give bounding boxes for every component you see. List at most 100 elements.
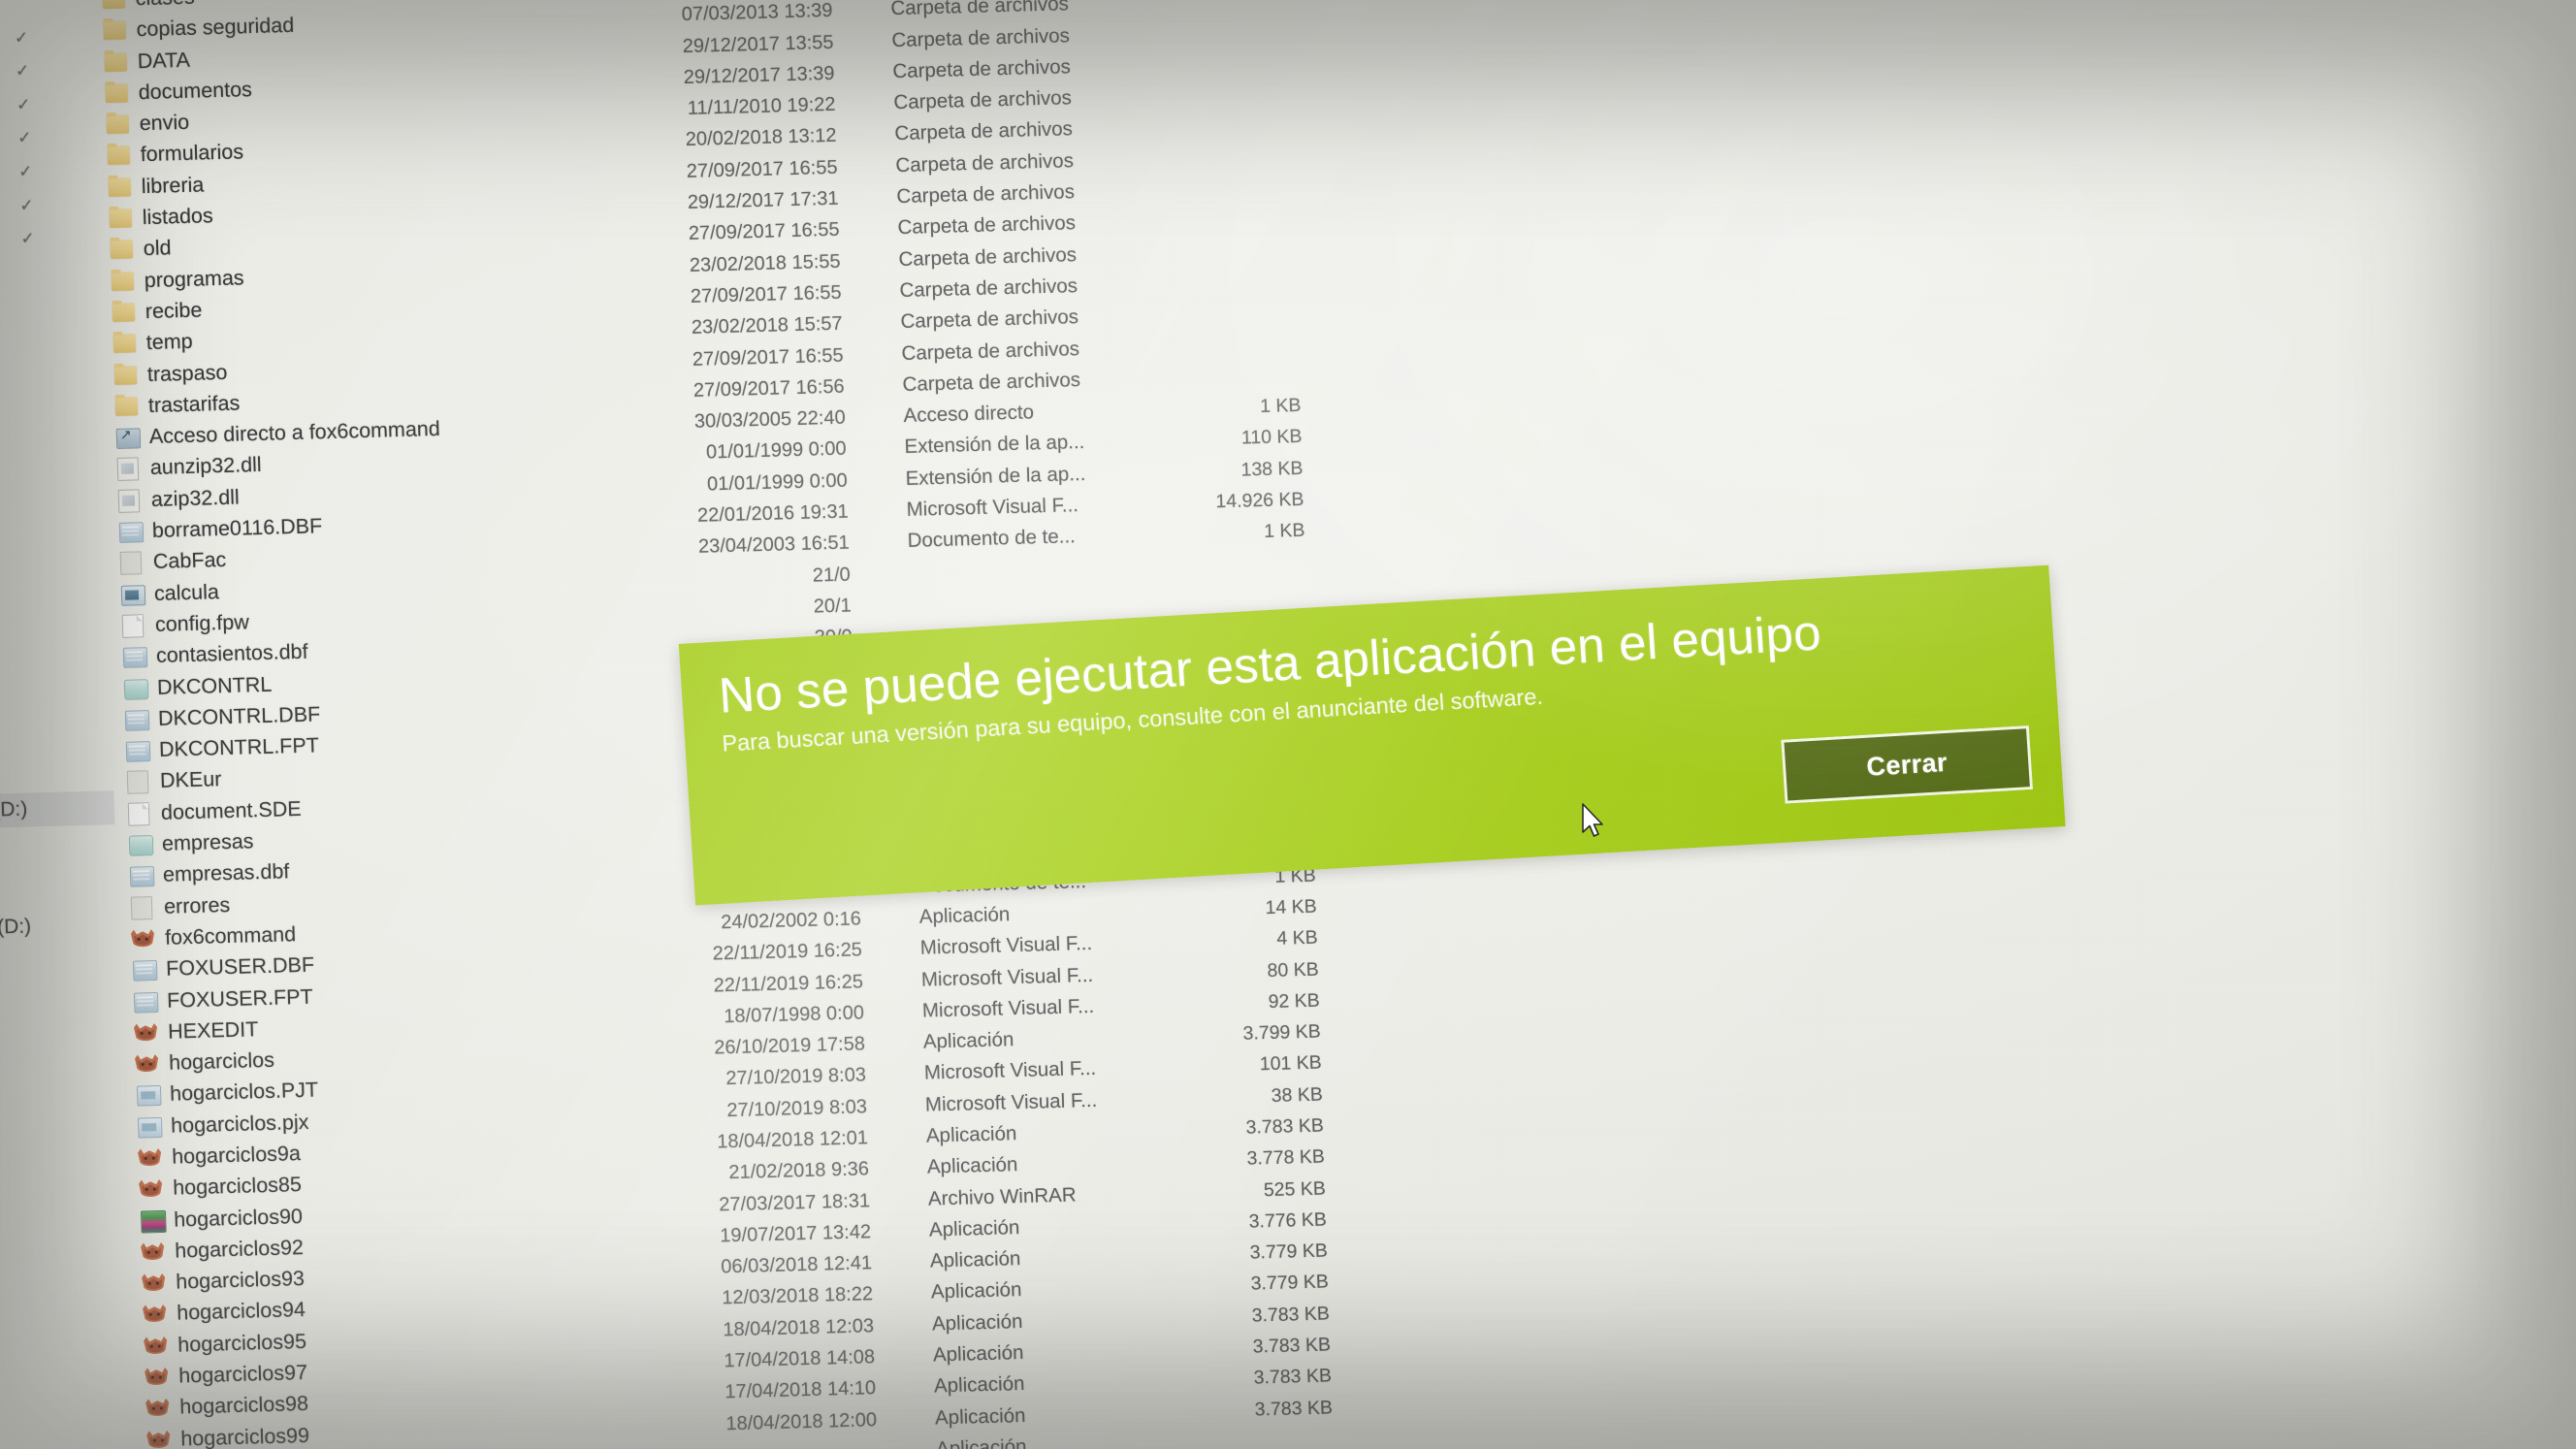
close-button[interactable]: Cerrar (1781, 725, 2034, 804)
file-name-cell: hogarciclos95 (177, 1329, 307, 1357)
file-date-cell: 30/03/2005 22:40 (693, 406, 846, 433)
file-date-cell: 23/02/2018 15:55 (689, 250, 841, 276)
file-type-cell: Carpeta de archivos (896, 180, 1076, 209)
file-date-cell: 22/11/2019 16:25 (712, 939, 863, 965)
file-date-cell: 23/04/2003 16:51 (697, 531, 851, 559)
file-date-cell: 18/04/2018 12:00 (725, 1408, 878, 1434)
file-type-cell: Aplicación (930, 1278, 1022, 1304)
pin-icon: ✓ (15, 61, 30, 80)
file-name-cell: envio (139, 110, 190, 136)
pin-icon: ✓ (17, 162, 33, 181)
file-type-cell: Aplicación (935, 1434, 1027, 1449)
file-type-cell: Aplicación (925, 1122, 1017, 1147)
file-type-cell: Archivo WinRAR (927, 1183, 1077, 1210)
file-date-cell: 29/12/2017 13:39 (683, 62, 835, 88)
file-size-cell (1125, 359, 1301, 395)
file-date-cell: 18/07/1998 0:00 (724, 1002, 865, 1028)
file-type-cell: Carpeta de archivos (891, 23, 1071, 51)
nav-item-disco-local-f[interactable]: Disco local (F:) (0, 858, 117, 899)
file-type-cell: Microsoft Visual F... (920, 963, 1094, 991)
file-name-cell: hogarciclos85 (172, 1173, 303, 1200)
file-type-cell: Aplicación (926, 1153, 1018, 1178)
file-type-cell (909, 589, 910, 620)
file-date-cell: 27/03/2017 18:31 (718, 1189, 871, 1215)
file-type-cell: Microsoft Visual F... (924, 1088, 1098, 1116)
file-name-cell: libreria (141, 173, 205, 198)
file-date-cell: 11/11/2010 19:22 (687, 93, 836, 120)
file-size-cell (1114, 15, 1290, 50)
file-size-cell: 3.783 KB (1251, 1303, 1331, 1327)
file-name-cell: DATA (137, 48, 191, 73)
file-date-cell: 23/02/2018 15:57 (691, 312, 843, 339)
file-size-cell: 4 KB (1276, 926, 1319, 950)
file-type-cell: Carpeta de archivos (900, 306, 1079, 334)
nav-item-label: nidad de USB (D:) (0, 915, 32, 943)
file-size-cell (1124, 327, 1300, 363)
file-date-cell: 20/02/2018 13:12 (685, 125, 837, 151)
file-type-cell: Carpeta de archivos (895, 148, 1075, 177)
file-date-cell: 27/10/2019 8:03 (725, 1064, 867, 1090)
file-name-cell: formularios (140, 140, 244, 167)
file-date-cell: 17/04/2018 14:08 (724, 1346, 876, 1372)
file-size-cell: 525 KB (1263, 1177, 1327, 1201)
file-type-cell: Aplicación (922, 1028, 1014, 1053)
file-type-cell: Microsoft Visual F... (919, 932, 1093, 959)
file-size-cell: 38 KB (1271, 1083, 1324, 1107)
file-size-cell (1120, 202, 1296, 238)
file-size-cell: 1 KB (1259, 395, 1302, 418)
file-type-cell: Aplicación (928, 1215, 1020, 1241)
nav-item-ed[interactable]: ed (0, 958, 120, 999)
file-name-cell: errores (163, 892, 231, 918)
file-date-cell: 22/01/2016 19:31 (696, 500, 850, 527)
file-name-cell: hogarciclos98 (178, 1392, 309, 1419)
file-date-cell: 29/12/2017 17:31 (687, 187, 839, 213)
file-date-cell: 27/09/2017 16:55 (692, 344, 844, 370)
explorer-window: pidon iCloud✓Drive✓io✓nentos✓rgas✓nes✓os… (0, 0, 2576, 1449)
file-date-cell: 27/09/2017 16:55 (688, 219, 840, 245)
file-name-cell: hogarciclos9a (171, 1142, 302, 1169)
file-name-cell: CabFac (152, 548, 227, 574)
file-type-cell: Microsoft Visual F... (906, 494, 1079, 521)
file-size-cell: 3.783 KB (1245, 1114, 1325, 1139)
file-size-cell (1118, 140, 1294, 176)
file-type-cell: Carpeta de archivos (902, 368, 1081, 396)
file-size-cell: 80 KB (1267, 958, 1320, 982)
nav-item-nidad-de-usb-d[interactable]: nidad de USB (D:) (0, 908, 118, 949)
file-size-cell (1123, 296, 1299, 332)
pin-icon: ✓ (20, 229, 35, 248)
file-type-cell: Acceso directo (903, 401, 1035, 428)
file-size-cell: 92 KB (1268, 989, 1321, 1013)
file-type-cell: Aplicación (934, 1403, 1026, 1430)
file-date-cell: 06/03/2018 12:41 (721, 1252, 873, 1278)
file-name-cell: DKEur (159, 767, 222, 793)
pin-icon: ✓ (14, 27, 29, 48)
file-type-cell: Carpeta de archivos (898, 242, 1078, 271)
file-type-cell: Carpeta de archivos (897, 211, 1077, 240)
file-type-cell: Carpeta de archivos (893, 86, 1073, 114)
file-name-cell: azip32.dll (150, 485, 241, 511)
file-name-cell: listados (142, 204, 214, 230)
file-type-cell: Microsoft Visual F... (923, 1057, 1097, 1085)
file-date-cell: 19/07/2017 13:42 (720, 1221, 872, 1247)
file-size-cell (1117, 109, 1293, 145)
file-size-cell: 101 KB (1259, 1051, 1323, 1076)
file-type-cell: Carpeta de archivos (892, 55, 1072, 83)
file-type-cell: Microsoft Visual F... (921, 994, 1095, 1022)
file-name-cell: hogarciclos90 (173, 1204, 304, 1232)
mouse-pointer-icon (1581, 803, 1606, 842)
file-name-cell: hogarciclos94 (176, 1298, 306, 1326)
file-size-cell (1115, 46, 1291, 81)
screen-photo: pidon iCloud✓Drive✓io✓nentos✓rgas✓nes✓os… (0, 0, 2576, 1449)
file-name-cell: programas (144, 265, 244, 292)
file-name-cell: hogarciclos92 (174, 1235, 305, 1263)
file-type-cell: Extensión de la ap... (904, 431, 1085, 459)
file-size-cell: 3.783 KB (1252, 1334, 1332, 1358)
file-date-cell: 20/1 (813, 595, 853, 618)
file-type-cell (908, 558, 909, 589)
file-size-cell (1158, 1423, 1334, 1449)
file-name-cell: documentos (138, 77, 253, 105)
file-name-cell: calcula (153, 579, 220, 605)
file-name-cell: document.SDE (160, 796, 302, 824)
file-name-cell: hogarciclos99 (179, 1423, 310, 1449)
file-type-cell: Extensión de la ap... (905, 462, 1086, 490)
